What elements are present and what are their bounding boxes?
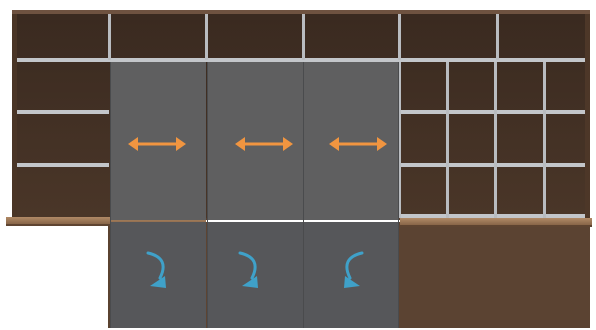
hinged-door-1 — [110, 222, 206, 328]
sliding-door-1 — [110, 62, 206, 220]
right-divider-3 — [543, 62, 546, 218]
top-shelf-row — [17, 58, 585, 62]
right-shelf-2 — [398, 163, 585, 167]
hinged-door-3 — [303, 222, 399, 328]
desk-right — [400, 218, 592, 227]
furniture-illustration — [0, 0, 596, 330]
top-divider-2 — [205, 14, 208, 60]
door-seam-2 — [207, 62, 208, 328]
right-shelf-1 — [398, 110, 585, 114]
top-divider-3 — [302, 14, 305, 60]
door-seam-end — [398, 62, 399, 328]
door-seam-1 — [110, 62, 111, 328]
right-divider-2 — [494, 62, 497, 218]
right-shelf-3 — [398, 214, 585, 218]
sliding-door-3 — [303, 62, 399, 220]
right-divider-1 — [446, 62, 449, 218]
wall-unit-drawing — [6, 10, 592, 328]
top-divider-5 — [496, 14, 499, 60]
top-divider-4 — [398, 14, 401, 60]
door-seam-3 — [303, 62, 304, 328]
hinged-door-2 — [207, 222, 303, 328]
top-divider-1 — [108, 14, 111, 60]
door-panels — [110, 62, 399, 328]
